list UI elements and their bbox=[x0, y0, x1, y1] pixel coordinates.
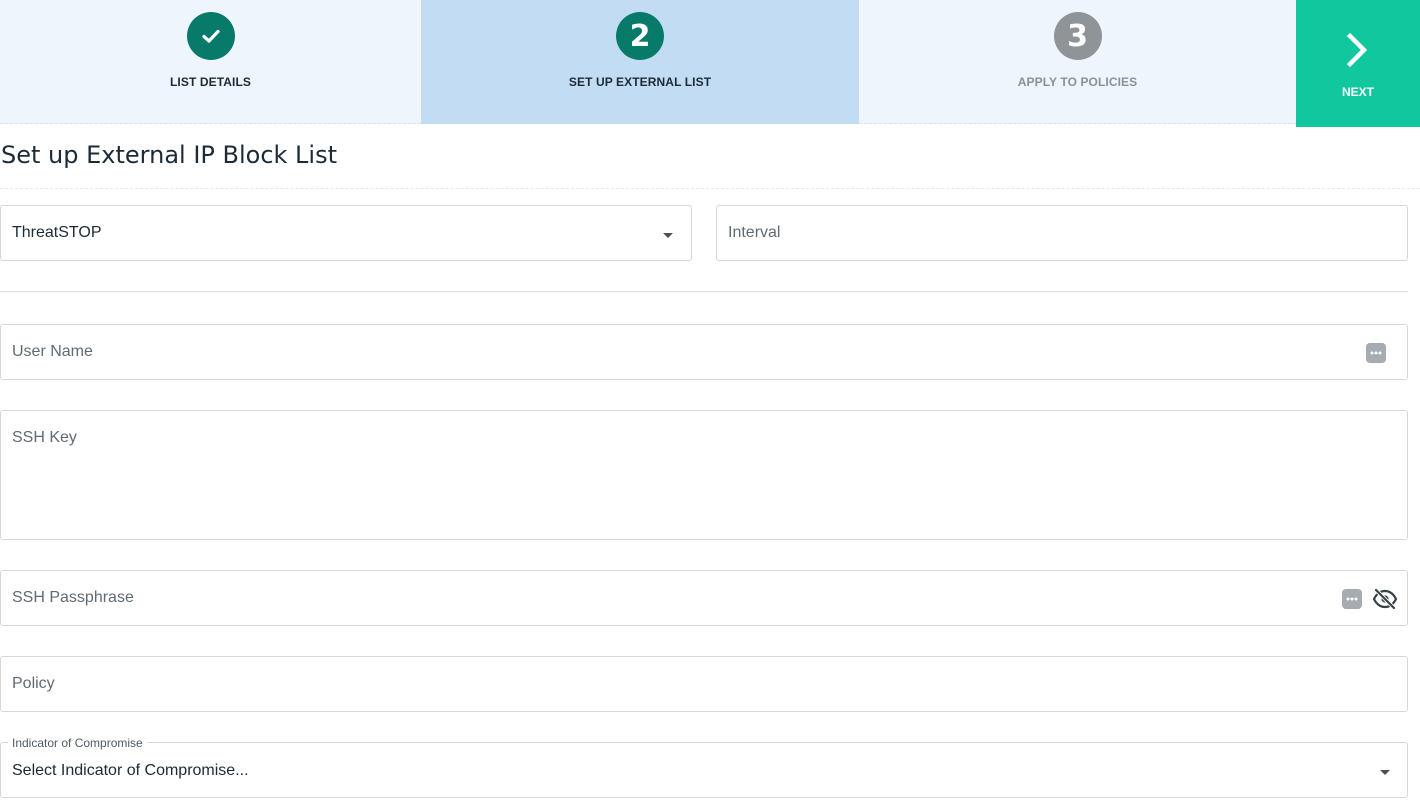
title-divider bbox=[0, 188, 1420, 189]
section-divider bbox=[0, 291, 1408, 292]
check-icon bbox=[201, 29, 220, 43]
eye-off-icon[interactable] bbox=[1372, 587, 1398, 611]
step-2-label: SET UP EXTERNAL LIST bbox=[568, 75, 712, 89]
step-set-up-external-list[interactable]: 2 SET UP EXTERNAL LIST bbox=[421, 0, 859, 124]
page-title: Set up External IP Block List bbox=[1, 141, 337, 169]
next-button[interactable]: NEXT bbox=[1296, 0, 1420, 127]
step-list-details[interactable]: LIST DETAILS bbox=[0, 0, 421, 124]
step-1-badge bbox=[186, 12, 235, 60]
password-manager-icon[interactable] bbox=[1365, 342, 1387, 364]
step-apply-to-policies[interactable]: 3 APPLY TO POLICIES bbox=[859, 0, 1296, 124]
user-name-input[interactable]: User Name bbox=[0, 324, 1408, 380]
chevron-down-icon bbox=[663, 233, 673, 238]
chevron-down-icon bbox=[1380, 770, 1390, 775]
ssh-passphrase-input[interactable]: SSH Passphrase bbox=[0, 570, 1408, 626]
password-manager-icon[interactable] bbox=[1341, 588, 1363, 610]
step-3-badge: 3 bbox=[1053, 12, 1102, 60]
provider-select[interactable]: ThreatSTOP bbox=[0, 205, 692, 261]
ioc-select-label: Indicator of Compromise bbox=[8, 736, 147, 750]
step-2-badge: 2 bbox=[616, 12, 664, 60]
policy-input[interactable]: Policy bbox=[0, 656, 1408, 712]
ssh-key-textarea[interactable]: SSH Key bbox=[0, 410, 1408, 540]
wizard-stepper: LIST DETAILS 2 SET UP EXTERNAL LIST 3 AP… bbox=[0, 0, 1420, 127]
chevron-right-icon bbox=[1346, 32, 1368, 68]
user-name-placeholder: User Name bbox=[12, 343, 93, 360]
step-1-label: LIST DETAILS bbox=[170, 75, 251, 89]
ssh-passphrase-placeholder: SSH Passphrase bbox=[12, 589, 134, 606]
provider-select-value: ThreatSTOP bbox=[12, 224, 102, 241]
ioc-select[interactable]: Indicator of Compromise Select Indicator… bbox=[0, 736, 1408, 798]
interval-placeholder: Interval bbox=[728, 224, 781, 241]
ioc-select-value: Select Indicator of Compromise... bbox=[12, 762, 249, 779]
policy-placeholder: Policy bbox=[12, 675, 55, 692]
interval-input[interactable]: Interval bbox=[716, 205, 1408, 261]
ssh-key-placeholder: SSH Key bbox=[12, 429, 77, 446]
step-3-label: APPLY TO POLICIES bbox=[1017, 75, 1138, 89]
next-button-label: NEXT bbox=[1341, 85, 1374, 99]
